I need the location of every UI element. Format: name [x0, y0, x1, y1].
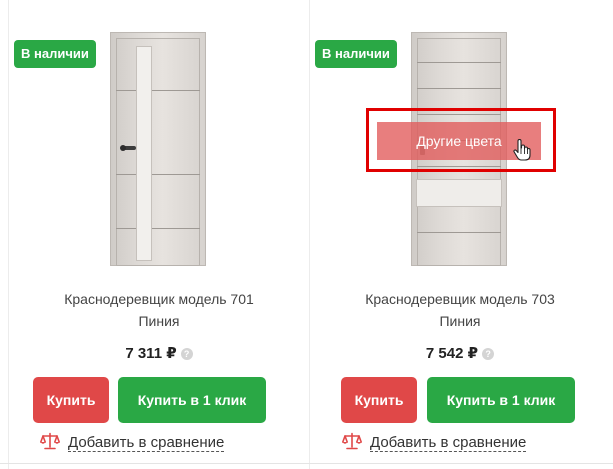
compare-label[interactable]: Добавить в сравнение: [370, 434, 527, 452]
price-value: 7 542 ₽: [425, 345, 479, 362]
product-title[interactable]: Краснодеревщик модель 701 Пиния: [9, 288, 309, 332]
buy-one-click-button[interactable]: Купить в 1 клик: [118, 377, 266, 423]
product-title[interactable]: Краснодеревщик модель 703 Пиния: [310, 288, 610, 332]
add-to-compare-link[interactable]: Добавить в сравнение: [342, 432, 527, 454]
hand-pointer-icon: [513, 139, 531, 161]
price-value: 7 311 ₽: [125, 345, 177, 362]
glass-insert: [137, 47, 151, 260]
scales-icon: [40, 432, 60, 450]
product-image[interactable]: [110, 32, 206, 266]
compare-label[interactable]: Добавить в сравнение: [68, 434, 225, 452]
product-card: В наличии Краснодеревщик модель 701 Пини…: [9, 0, 309, 469]
buy-one-click-button[interactable]: Купить в 1 клик: [427, 377, 575, 423]
question-icon[interactable]: ?: [180, 348, 193, 360]
scales-icon: [342, 432, 362, 450]
price: 7 542 ₽?: [310, 344, 610, 364]
add-to-compare-link[interactable]: Добавить в сравнение: [40, 432, 225, 454]
buy-button[interactable]: Купить: [33, 377, 109, 423]
price: 7 311 ₽?: [9, 344, 309, 364]
in-stock-badge: В наличии: [315, 40, 397, 68]
product-card: В наличии Другие цвета Краснодеревщик мо…: [310, 0, 610, 469]
product-grid: В наличии Краснодеревщик модель 701 Пини…: [0, 0, 613, 469]
door-frame: [116, 38, 200, 266]
in-stock-badge: В наличии: [14, 40, 96, 68]
glass-insert: [417, 180, 501, 206]
question-icon[interactable]: ?: [482, 348, 495, 360]
buy-button[interactable]: Купить: [341, 377, 417, 423]
door-handle: [120, 145, 136, 151]
